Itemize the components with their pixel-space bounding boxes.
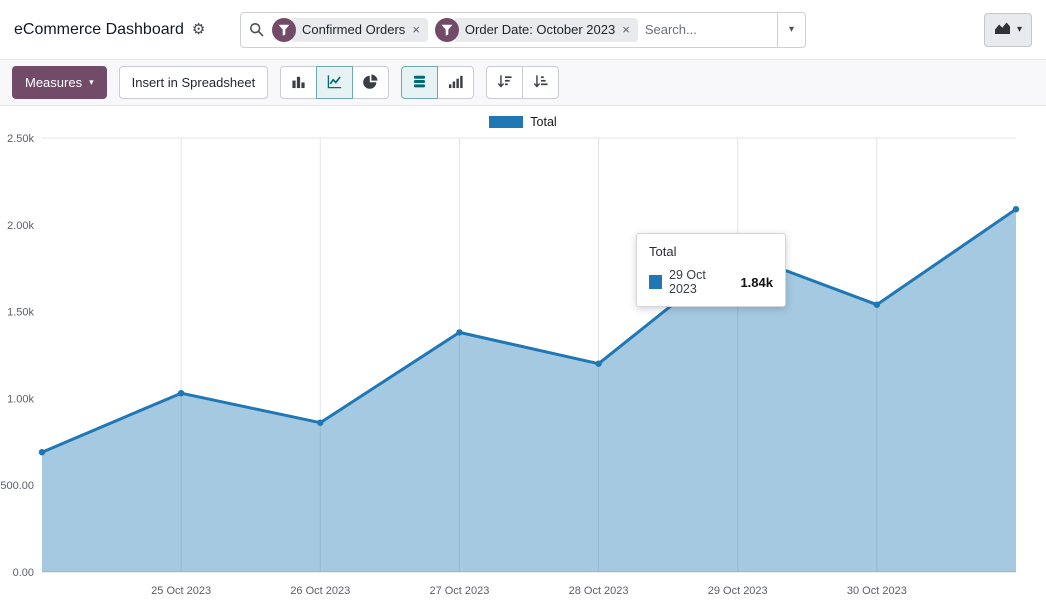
view-switcher-button[interactable]: ▾ [984, 13, 1032, 47]
sort-ascending-icon [533, 74, 548, 92]
tooltip-color-swatch [649, 275, 662, 289]
chart-type-group [280, 66, 389, 99]
cumulative-button[interactable] [437, 66, 474, 99]
svg-text:2.50k: 2.50k [7, 133, 34, 145]
ascending-bars-icon [448, 74, 463, 92]
bar-chart-icon [291, 74, 306, 92]
svg-text:28 Oct 2023: 28 Oct 2023 [569, 585, 629, 597]
sort-descending-button[interactable] [486, 66, 523, 99]
graph-toolbar: Measures ▾ Insert in Spreadsheet [0, 60, 1046, 106]
svg-text:27 Oct 2023: 27 Oct 2023 [429, 585, 489, 597]
svg-text:1.00k: 1.00k [7, 393, 34, 405]
svg-text:1.50k: 1.50k [7, 307, 34, 319]
search-dropdown-toggle[interactable]: ▾ [777, 13, 805, 47]
pie-chart-icon [363, 74, 378, 92]
svg-text:30 Oct 2023: 30 Oct 2023 [847, 585, 907, 597]
stacked-button[interactable] [401, 66, 438, 99]
facet-remove-icon[interactable]: × [412, 22, 420, 37]
area-chart[interactable]: 0.00 500.00 1.00k 1.50k 2.00k 2.50k 25 Oct 202… [0, 132, 1046, 602]
search-bar[interactable]: Confirmed Orders × Order Date: October 2… [240, 12, 806, 48]
chart-area: Total 0.00 500.00 1.00k 1.50k 2.00k 2.50k 25 O… [0, 106, 1046, 602]
svg-text:2.00k: 2.00k [7, 220, 34, 232]
chevron-down-icon: ▾ [789, 24, 794, 35]
area-chart-icon [994, 21, 1011, 38]
chart-legend[interactable]: Total [0, 106, 1046, 132]
chart-tooltip: Total 29 Oct 2023 1.84k [636, 233, 786, 307]
gear-icon[interactable]: ⚙ [192, 22, 205, 37]
tooltip-title: Total [649, 244, 773, 259]
facet-label: Confirmed Orders [302, 22, 405, 37]
svg-text:26 Oct 2023: 26 Oct 2023 [290, 585, 350, 597]
svg-text:25 Oct 2023: 25 Oct 2023 [151, 585, 211, 597]
page-title: eCommerce Dashboard [14, 21, 184, 39]
tooltip-date: 29 Oct 2023 [669, 268, 732, 296]
bar-chart-button[interactable] [280, 66, 317, 99]
legend-label: Total [530, 115, 556, 129]
stacked-icon [412, 74, 427, 92]
breadcrumb: eCommerce Dashboard ⚙ [14, 21, 240, 39]
chevron-down-icon: ▾ [1017, 24, 1022, 35]
search-icon [249, 22, 265, 38]
facet-label: Order Date: October 2023 [465, 22, 615, 37]
top-header: eCommerce Dashboard ⚙ Confirmed Orders ×… [0, 0, 1046, 60]
filter-icon [272, 18, 296, 42]
insert-in-spreadsheet-button[interactable]: Insert in Spreadsheet [119, 66, 269, 99]
svg-text:0.00: 0.00 [13, 567, 34, 579]
line-chart-button[interactable] [316, 66, 353, 99]
facet-remove-icon[interactable]: × [622, 22, 630, 37]
filter-icon [435, 18, 459, 42]
line-chart-icon [327, 74, 342, 92]
tooltip-value: 1.84k [740, 275, 773, 290]
measures-button[interactable]: Measures ▾ [12, 66, 107, 99]
tooltip-row: 29 Oct 2023 1.84k [649, 268, 773, 296]
search-facet-confirmed-orders[interactable]: Confirmed Orders × [272, 18, 428, 42]
sort-ascending-button[interactable] [522, 66, 559, 99]
sort-descending-icon [497, 74, 512, 92]
search-input[interactable] [645, 13, 770, 47]
search-facet-order-date[interactable]: Order Date: October 2023 × [435, 18, 638, 42]
svg-text:500.00: 500.00 [0, 480, 34, 492]
chart-options-group [401, 66, 474, 99]
legend-color-swatch [489, 116, 523, 128]
svg-text:29 Oct 2023: 29 Oct 2023 [708, 585, 768, 597]
sort-group [486, 66, 559, 99]
chevron-down-icon: ▾ [89, 77, 94, 88]
pie-chart-button[interactable] [352, 66, 389, 99]
